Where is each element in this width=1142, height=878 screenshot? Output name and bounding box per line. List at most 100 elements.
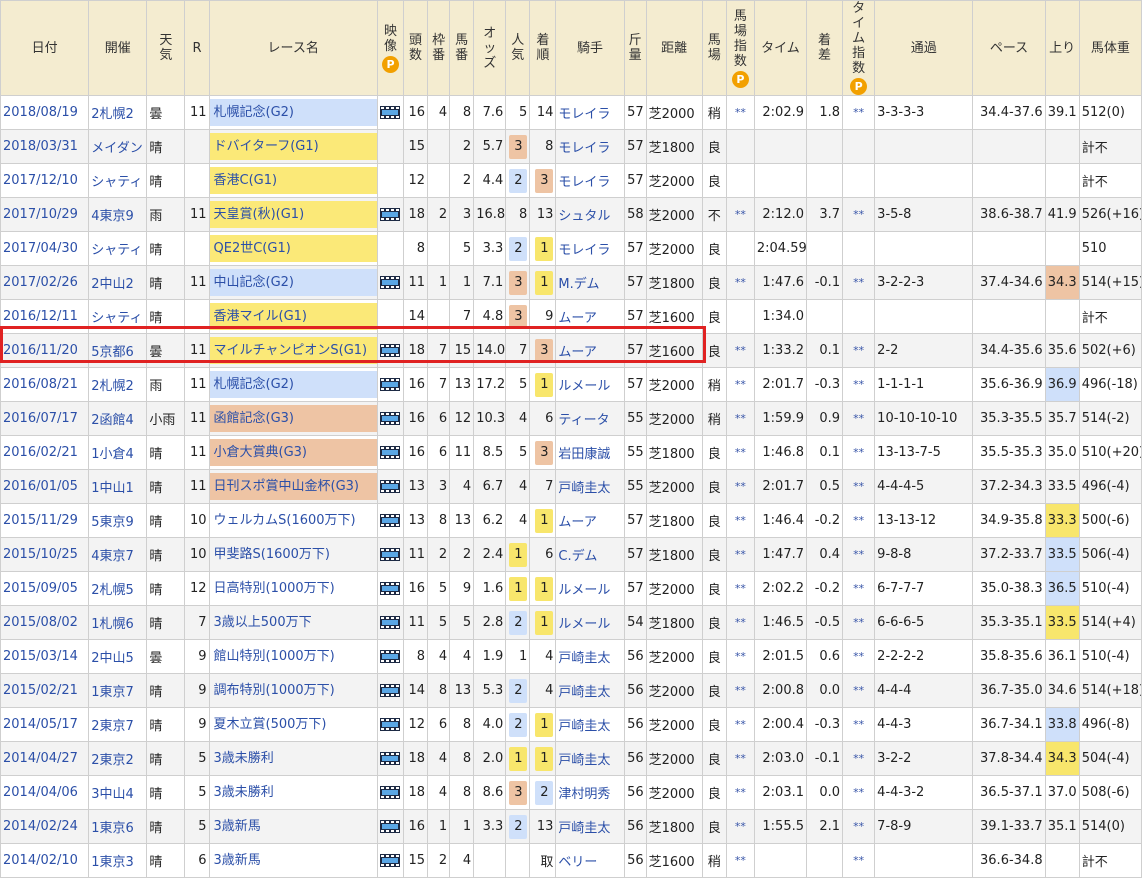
jockey-link[interactable]: ムーア bbox=[558, 515, 596, 530]
race-name-link[interactable]: 日刊スポ賞中山金杯(G3) bbox=[214, 479, 360, 494]
time-index[interactable]: ** bbox=[842, 367, 876, 402]
video-icon[interactable] bbox=[380, 616, 401, 629]
race-name-link[interactable]: QE2世C(G1) bbox=[214, 241, 291, 256]
time-index[interactable] bbox=[842, 163, 876, 198]
jockey-link[interactable]: 戸崎圭太 bbox=[558, 719, 610, 734]
time-index[interactable]: ** bbox=[842, 333, 876, 368]
time-index[interactable]: ** bbox=[842, 197, 876, 232]
jockey-link[interactable]: モレイラ bbox=[558, 175, 610, 190]
jockey-link[interactable]: モレイラ bbox=[558, 243, 610, 258]
race-venue-link[interactable]: 2中山2 bbox=[91, 277, 134, 292]
track-index[interactable]: ** bbox=[725, 537, 755, 572]
video-icon[interactable] bbox=[380, 684, 401, 697]
track-index[interactable]: ** bbox=[725, 401, 755, 436]
track-index[interactable]: ** bbox=[725, 775, 755, 810]
track-index[interactable]: ** bbox=[725, 95, 755, 130]
track-index[interactable] bbox=[725, 129, 755, 164]
track-index[interactable]: ** bbox=[725, 639, 755, 674]
race-venue-link[interactable]: 1東京6 bbox=[91, 821, 134, 836]
race-date-link[interactable]: 2015/09/05 bbox=[3, 581, 78, 596]
race-date-link[interactable]: 2015/08/02 bbox=[3, 615, 78, 630]
jockey-link[interactable]: 戸崎圭太 bbox=[558, 651, 610, 666]
video-icon[interactable] bbox=[380, 446, 401, 459]
race-date-link[interactable]: 2016/02/21 bbox=[3, 445, 78, 460]
race-date-link[interactable]: 2016/08/21 bbox=[3, 377, 78, 392]
track-index[interactable]: ** bbox=[725, 503, 755, 538]
video-icon[interactable] bbox=[380, 752, 401, 765]
video-icon[interactable] bbox=[380, 582, 401, 595]
premium-badge-icon[interactable]: P bbox=[731, 70, 749, 88]
premium-badge-icon[interactable]: P bbox=[850, 78, 868, 95]
time-index[interactable]: ** bbox=[842, 605, 876, 640]
jockey-link[interactable]: M.デム bbox=[558, 277, 599, 292]
jockey-link[interactable]: モレイラ bbox=[558, 107, 610, 122]
video-icon[interactable] bbox=[380, 412, 401, 425]
jockey-link[interactable]: ベリー bbox=[558, 855, 597, 870]
track-index[interactable]: ** bbox=[725, 265, 755, 300]
race-name-link[interactable]: 札幌記念(G2) bbox=[214, 377, 295, 392]
track-index[interactable]: ** bbox=[725, 809, 755, 844]
race-venue-link[interactable]: 1札幌6 bbox=[91, 617, 134, 632]
race-date-link[interactable]: 2018/03/31 bbox=[3, 139, 78, 154]
jockey-link[interactable]: 津村明秀 bbox=[558, 787, 610, 802]
race-date-link[interactable]: 2014/04/06 bbox=[3, 785, 78, 800]
race-date-link[interactable]: 2015/03/14 bbox=[3, 649, 78, 664]
video-icon[interactable] bbox=[380, 208, 401, 221]
race-name-link[interactable]: マイルチャンピオンS(G1) bbox=[214, 343, 368, 358]
race-venue-link[interactable]: メイダン bbox=[91, 141, 142, 156]
race-date-link[interactable]: 2014/02/24 bbox=[3, 819, 78, 834]
jockey-link[interactable]: ティータ bbox=[558, 413, 609, 428]
jockey-link[interactable]: 岩田康誠 bbox=[558, 447, 610, 462]
race-date-link[interactable]: 2014/04/27 bbox=[3, 751, 78, 766]
race-venue-link[interactable]: 3中山4 bbox=[91, 787, 134, 802]
race-name-link[interactable]: 小倉大賞典(G3) bbox=[214, 445, 308, 460]
race-date-link[interactable]: 2017/04/30 bbox=[3, 241, 78, 256]
track-index[interactable]: ** bbox=[725, 197, 755, 232]
track-index[interactable]: ** bbox=[725, 435, 755, 470]
race-venue-link[interactable]: 2札幌2 bbox=[91, 379, 134, 394]
race-venue-link[interactable]: シャティ bbox=[91, 243, 142, 258]
time-index[interactable] bbox=[842, 299, 876, 334]
race-date-link[interactable]: 2016/07/17 bbox=[3, 411, 78, 426]
race-name-link[interactable]: 香港C(G1) bbox=[214, 173, 278, 188]
race-venue-link[interactable]: 1小倉4 bbox=[91, 447, 134, 462]
jockey-link[interactable]: 戸崎圭太 bbox=[558, 685, 610, 700]
video-icon[interactable] bbox=[380, 786, 401, 799]
race-name-link[interactable]: ウェルカムS(1600万下) bbox=[214, 513, 356, 528]
race-date-link[interactable]: 2015/02/21 bbox=[3, 683, 78, 698]
race-date-link[interactable]: 2017/02/26 bbox=[3, 275, 78, 290]
race-name-link[interactable]: 香港マイル(G1) bbox=[214, 309, 308, 324]
race-name-link[interactable]: 3歳以上500万下 bbox=[214, 615, 312, 630]
video-icon[interactable] bbox=[380, 106, 401, 119]
race-date-link[interactable]: 2018/08/19 bbox=[3, 105, 78, 120]
race-name-link[interactable]: ドバイターフ(G1) bbox=[214, 139, 319, 154]
jockey-link[interactable]: 戸崎圭太 bbox=[558, 481, 610, 496]
time-index[interactable]: ** bbox=[842, 673, 876, 708]
video-icon[interactable] bbox=[380, 378, 401, 391]
race-name-link[interactable]: 日高特別(1000万下) bbox=[214, 581, 335, 596]
race-venue-link[interactable]: 2札幌2 bbox=[91, 107, 134, 122]
track-index[interactable]: ** bbox=[725, 673, 755, 708]
race-venue-link[interactable]: 2東京2 bbox=[91, 753, 134, 768]
race-date-link[interactable]: 2015/11/29 bbox=[3, 513, 78, 528]
jockey-link[interactable]: ルメール bbox=[558, 379, 610, 394]
race-name-link[interactable]: 天皇賞(秋)(G1) bbox=[214, 207, 305, 222]
track-index[interactable]: ** bbox=[725, 843, 755, 878]
jockey-link[interactable]: C.デム bbox=[558, 549, 597, 564]
video-icon[interactable] bbox=[380, 344, 401, 357]
track-index[interactable] bbox=[725, 299, 755, 334]
time-index[interactable]: ** bbox=[842, 571, 876, 606]
race-name-link[interactable]: 調布特別(1000万下) bbox=[214, 683, 335, 698]
track-index[interactable]: ** bbox=[725, 469, 755, 504]
track-index[interactable]: ** bbox=[725, 707, 755, 742]
track-index[interactable]: ** bbox=[725, 367, 755, 402]
premium-badge-icon[interactable]: P bbox=[381, 55, 399, 73]
race-name-link[interactable]: 3歳新馬 bbox=[214, 819, 261, 834]
race-date-link[interactable]: 2014/05/17 bbox=[3, 717, 78, 732]
time-index[interactable]: ** bbox=[842, 435, 876, 470]
video-icon[interactable] bbox=[380, 854, 401, 867]
video-icon[interactable] bbox=[380, 514, 401, 527]
race-date-link[interactable]: 2016/12/11 bbox=[3, 309, 78, 324]
race-venue-link[interactable]: 1中山1 bbox=[91, 481, 134, 496]
jockey-link[interactable]: ルメール bbox=[558, 583, 610, 598]
